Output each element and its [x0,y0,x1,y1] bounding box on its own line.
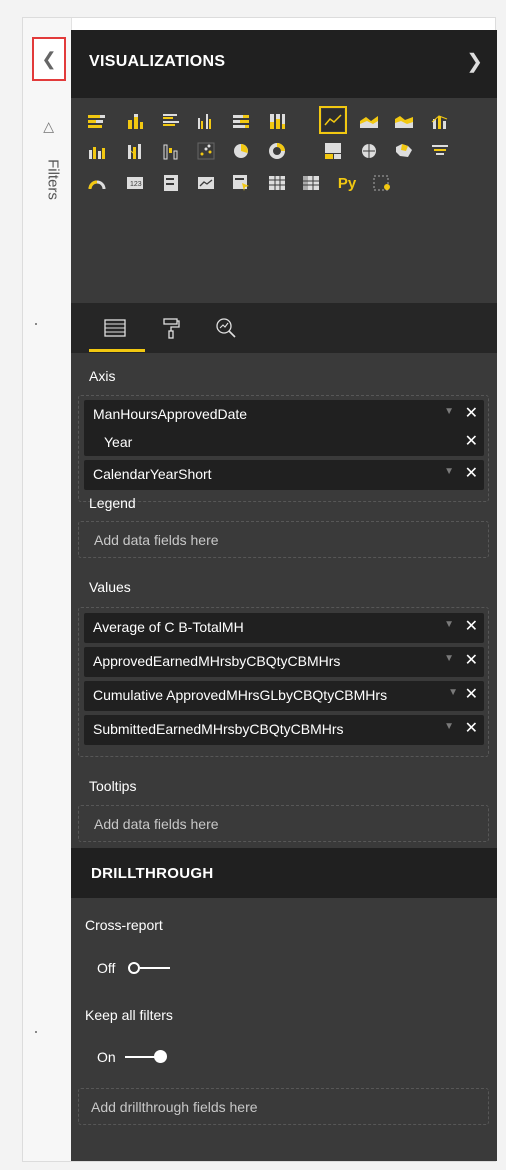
toggle-knob [154,1050,167,1063]
waterfall-chart-icon[interactable] [160,140,182,162]
donut-chart-icon[interactable] [266,140,288,162]
axis-well-label: Axis [89,368,116,384]
fields-tab-icon[interactable] [95,312,135,344]
values-well-label: Values [89,579,131,595]
field-name: CalendarYearShort [93,466,212,482]
pie-chart-icon[interactable] [230,140,252,162]
chevron-down-icon[interactable]: ▼ [444,466,454,477]
cross-report-label: Cross-report [85,917,163,933]
divider-dot [35,323,37,325]
matrix-icon[interactable] [300,172,322,194]
toggle-state-label: Off [97,960,116,976]
100-stacked-bar-chart-icon[interactable] [230,110,252,132]
close-icon[interactable]: ✕ [465,718,478,738]
collapse-pane-button[interactable]: ❮ [32,37,66,81]
slicer-icon[interactable] [230,172,252,194]
value-field-pill[interactable]: Cumulative ApprovedMHrsGLbyCBQtyCBMHrs ▼… [84,681,484,711]
kpi-icon[interactable] [195,172,217,194]
analytics-magnifier-icon[interactable] [206,312,246,344]
legend-placeholder: Add data fields here [94,532,219,548]
axis-well[interactable]: ManHoursApprovedDate ▼ ✕ Year ✕ Calendar… [78,395,489,502]
custom-visual-icon[interactable] [371,172,393,194]
pane-tabs [71,303,497,353]
legend-well[interactable]: Add data fields here [78,521,489,558]
scatter-chart-icon[interactable] [195,140,217,162]
funnel-icon: ◁ [41,122,58,133]
funnel-chart-icon[interactable] [429,140,451,162]
treemap-icon[interactable] [322,140,344,162]
chevron-down-icon[interactable]: ▼ [444,721,454,732]
stacked-area-chart-icon[interactable] [393,110,415,132]
clustered-bar-chart-icon[interactable] [160,110,182,132]
ribbon-chart-icon[interactable] [124,140,146,162]
field-name: Average of C B-TotalMH [93,619,244,635]
chevron-down-icon[interactable]: ▼ [444,653,454,664]
map-icon[interactable] [358,140,380,162]
format-paint-roller-icon[interactable] [151,312,191,344]
chevron-down-icon[interactable]: ▼ [444,619,454,630]
toggle-state-label: On [97,1049,116,1065]
close-icon[interactable]: ✕ [465,403,478,423]
visualizations-title: VISUALIZATIONS [89,53,226,70]
divider-dot [35,1031,37,1033]
tooltips-placeholder: Add data fields here [94,816,219,832]
clustered-column-chart-icon[interactable] [195,110,217,132]
tooltips-well[interactable]: Add data fields here [78,805,489,842]
active-tab-indicator [89,349,145,352]
value-field-pill[interactable]: SubmittedEarnedMHrsbyCBQtyCBMHrs ▼ ✕ [84,715,484,745]
legend-well-label: Legend [89,495,136,511]
visualizations-pane: VISUALIZATIONS ❯ 123 Py Axis ManHoursApp… [71,30,497,1161]
visual-gallery: 123 Py [71,98,497,303]
chevron-left-icon: ❮ [41,48,57,69]
value-field-pill[interactable]: ApprovedEarnedMHrsbyCBQtyCBMHrs ▼ ✕ [84,647,484,677]
line-and-clustered-column-chart-icon[interactable] [86,140,108,162]
toggle-knob [128,962,140,974]
axis-field-pill[interactable]: CalendarYearShort ▼ ✕ [84,460,484,490]
axis-field-pill[interactable]: ManHoursApprovedDate ▼ ✕ Year ✕ [84,400,484,456]
chevron-down-icon[interactable]: ▼ [444,406,454,417]
value-field-pill[interactable]: Average of C B-TotalMH ▼ ✕ [84,613,484,643]
drillthrough-well[interactable]: Add drillthrough fields here [78,1088,489,1125]
svg-text:123: 123 [130,181,142,188]
tooltips-well-label: Tooltips [89,778,137,794]
keep-all-filters-toggle[interactable]: On [97,1046,187,1068]
close-icon[interactable]: ✕ [465,463,478,483]
drillthrough-title: DRILLTHROUGH [91,865,214,882]
cross-report-toggle[interactable]: Off [97,957,187,979]
python-visual-icon[interactable]: Py [336,172,358,194]
field-name: ManHoursApprovedDate [93,406,248,422]
values-well[interactable]: Average of C B-TotalMH ▼ ✕ ApprovedEarne… [78,607,489,757]
drillthrough-header: DRILLTHROUGH [71,848,497,898]
filters-pane-toggle[interactable]: ◁ Filters [36,115,66,225]
close-icon[interactable]: ✕ [465,684,478,704]
field-name: ApprovedEarnedMHrsbyCBQtyCBMHrs [93,653,341,669]
stacked-column-chart-icon[interactable] [124,110,146,132]
area-chart-icon[interactable] [358,110,380,132]
toggle-track [125,1056,155,1058]
multi-row-card-icon[interactable] [160,172,182,194]
gauge-icon[interactable] [86,172,108,194]
toggle-track [140,967,170,969]
100-stacked-column-chart-icon[interactable] [266,110,288,132]
table-icon[interactable] [266,172,288,194]
field-name: SubmittedEarnedMHrsbyCBQtyCBMHrs [93,721,344,737]
drillthrough-placeholder: Add drillthrough fields here [91,1099,258,1115]
stacked-bar-chart-icon[interactable] [86,110,108,132]
field-name: Cumulative ApprovedMHrsGLbyCBQtyCBMHrs [93,687,388,703]
field-hierarchy-level: Year [104,434,133,450]
close-icon[interactable]: ✕ [465,650,478,670]
chevron-down-icon[interactable]: ▼ [448,687,458,698]
close-icon[interactable]: ✕ [465,431,478,451]
line-and-stacked-column-chart-icon[interactable] [429,110,451,132]
visualizations-header: VISUALIZATIONS ❯ [71,30,497,98]
close-icon[interactable]: ✕ [465,616,478,636]
card-icon[interactable]: 123 [124,172,146,194]
keep-all-filters-label: Keep all filters [85,1007,173,1023]
chevron-right-icon[interactable]: ❯ [466,49,483,74]
filters-label: Filters [44,159,62,200]
filled-map-icon[interactable] [393,140,415,162]
line-chart-icon[interactable] [319,106,347,134]
